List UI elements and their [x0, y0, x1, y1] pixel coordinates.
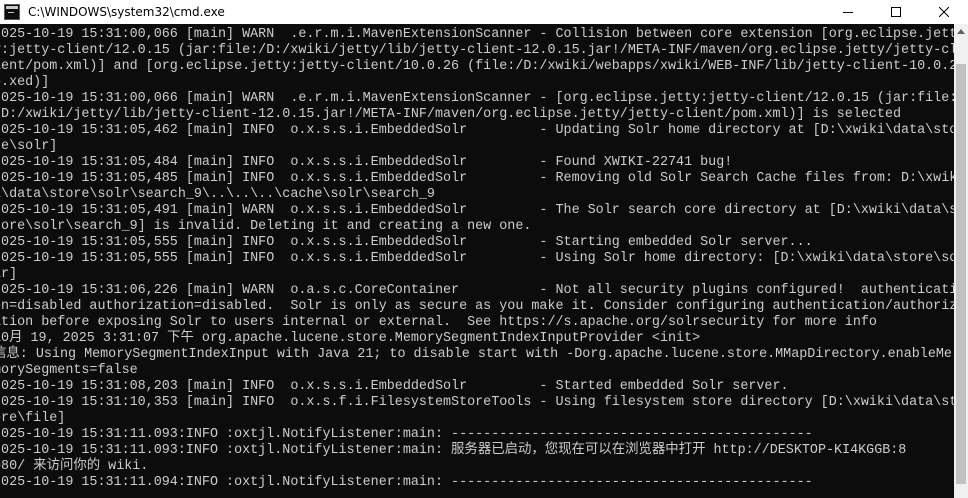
- console-line: 2025-10-19 15:31:08,203 [main] INFO o.x.…: [0, 379, 789, 394]
- minimize-icon: [843, 12, 853, 13]
- console-line: y:jetty-client/12.0.15 (jar:file:/D:/xwi…: [0, 43, 954, 58]
- scrollbar-thumb[interactable]: [956, 64, 966, 484]
- console-line: 信息: Using MemorySegmentIndexInput with J…: [0, 347, 952, 362]
- console-line: 6.xed)]: [0, 75, 50, 90]
- console-line: tore\solr\search_9] is invalid. Deleting…: [0, 219, 532, 234]
- console-line: 2025-10-19 15:31:11.093:INFO :oxtjl.Noti…: [0, 427, 813, 442]
- vertical-scrollbar[interactable]: [954, 24, 968, 498]
- console-output[interactable]: 2025-10-19 15:31:00,066 [main] WARN .e.r…: [0, 24, 954, 498]
- console-line: on=disabled authorization=disabled. Solr…: [0, 299, 954, 314]
- console-line: 2025-10-19 15:31:05,485 [main] INFO o.x.…: [0, 171, 954, 186]
- console-line: i\data\store\solr\search_9\..\..\..\cach…: [0, 187, 435, 202]
- console-line: morySegments=false: [0, 363, 138, 378]
- window-controls: [824, 0, 968, 24]
- console-line: ient/pom.xml)] and [org.eclipse.jetty:je…: [0, 59, 954, 74]
- console-line: 2025-10-19 15:31:11.094:INFO :oxtjl.Noti…: [0, 475, 813, 490]
- maximize-button[interactable]: [872, 0, 920, 24]
- window-title: C:\WINDOWS\system32\cmd.exe: [28, 5, 225, 19]
- minimize-button[interactable]: [824, 0, 872, 24]
- close-icon: [939, 7, 949, 17]
- maximize-icon: [891, 7, 901, 17]
- console-line: 10月 19, 2025 3:31:07 下午 org.apache.lucen…: [0, 331, 701, 346]
- console-line: re\solr]: [0, 139, 58, 154]
- console-line: 2025-10-19 15:31:05,491 [main] WARN o.x.…: [0, 203, 954, 218]
- cmd-app-icon[interactable]: [4, 4, 20, 20]
- console-line: ore\file]: [0, 411, 66, 426]
- console-line: 2025-10-19 15:31:06,226 [main] WARN o.a.…: [0, 283, 954, 298]
- close-button[interactable]: [920, 0, 968, 24]
- chevron-up-icon: [957, 28, 965, 34]
- console-line: 2025-10-19 15:31:11.093:INFO :oxtjl.Noti…: [0, 443, 907, 458]
- console-line: 2025-10-19 15:31:05,484 [main] INFO o.x.…: [0, 155, 733, 170]
- console-line: 2025-10-19 15:31:00,066 [main] WARN .e.r…: [0, 91, 954, 106]
- console-line: ation before exposing Solr to users inte…: [0, 315, 877, 330]
- console-line: 2025-10-19 15:31:00,066 [main] WARN .e.r…: [0, 27, 954, 42]
- title-bar[interactable]: C:\WINDOWS\system32\cmd.exe: [0, 0, 968, 24]
- console-line: 2025-10-19 15:31:05,462 [main] INFO o.x.…: [0, 123, 954, 138]
- console-line: /D:/xwiki/jetty/lib/jetty-client-12.0.15…: [0, 107, 902, 122]
- console-line: 2025-10-19 15:31:10,353 [main] INFO o.x.…: [0, 395, 954, 410]
- scroll-up-button[interactable]: [954, 24, 968, 38]
- console-line: 2025-10-19 15:31:05,555 [main] INFO o.x.…: [0, 251, 954, 266]
- cmd-window: C:\WINDOWS\system32\cmd.exe 2025-10-19 1…: [0, 0, 968, 498]
- console-line: 080/ 来访问你的 wiki.: [0, 459, 149, 474]
- console-line: 2025-10-19 15:31:05,555 [main] INFO o.x.…: [0, 235, 813, 250]
- console-line: lr]: [0, 267, 18, 282]
